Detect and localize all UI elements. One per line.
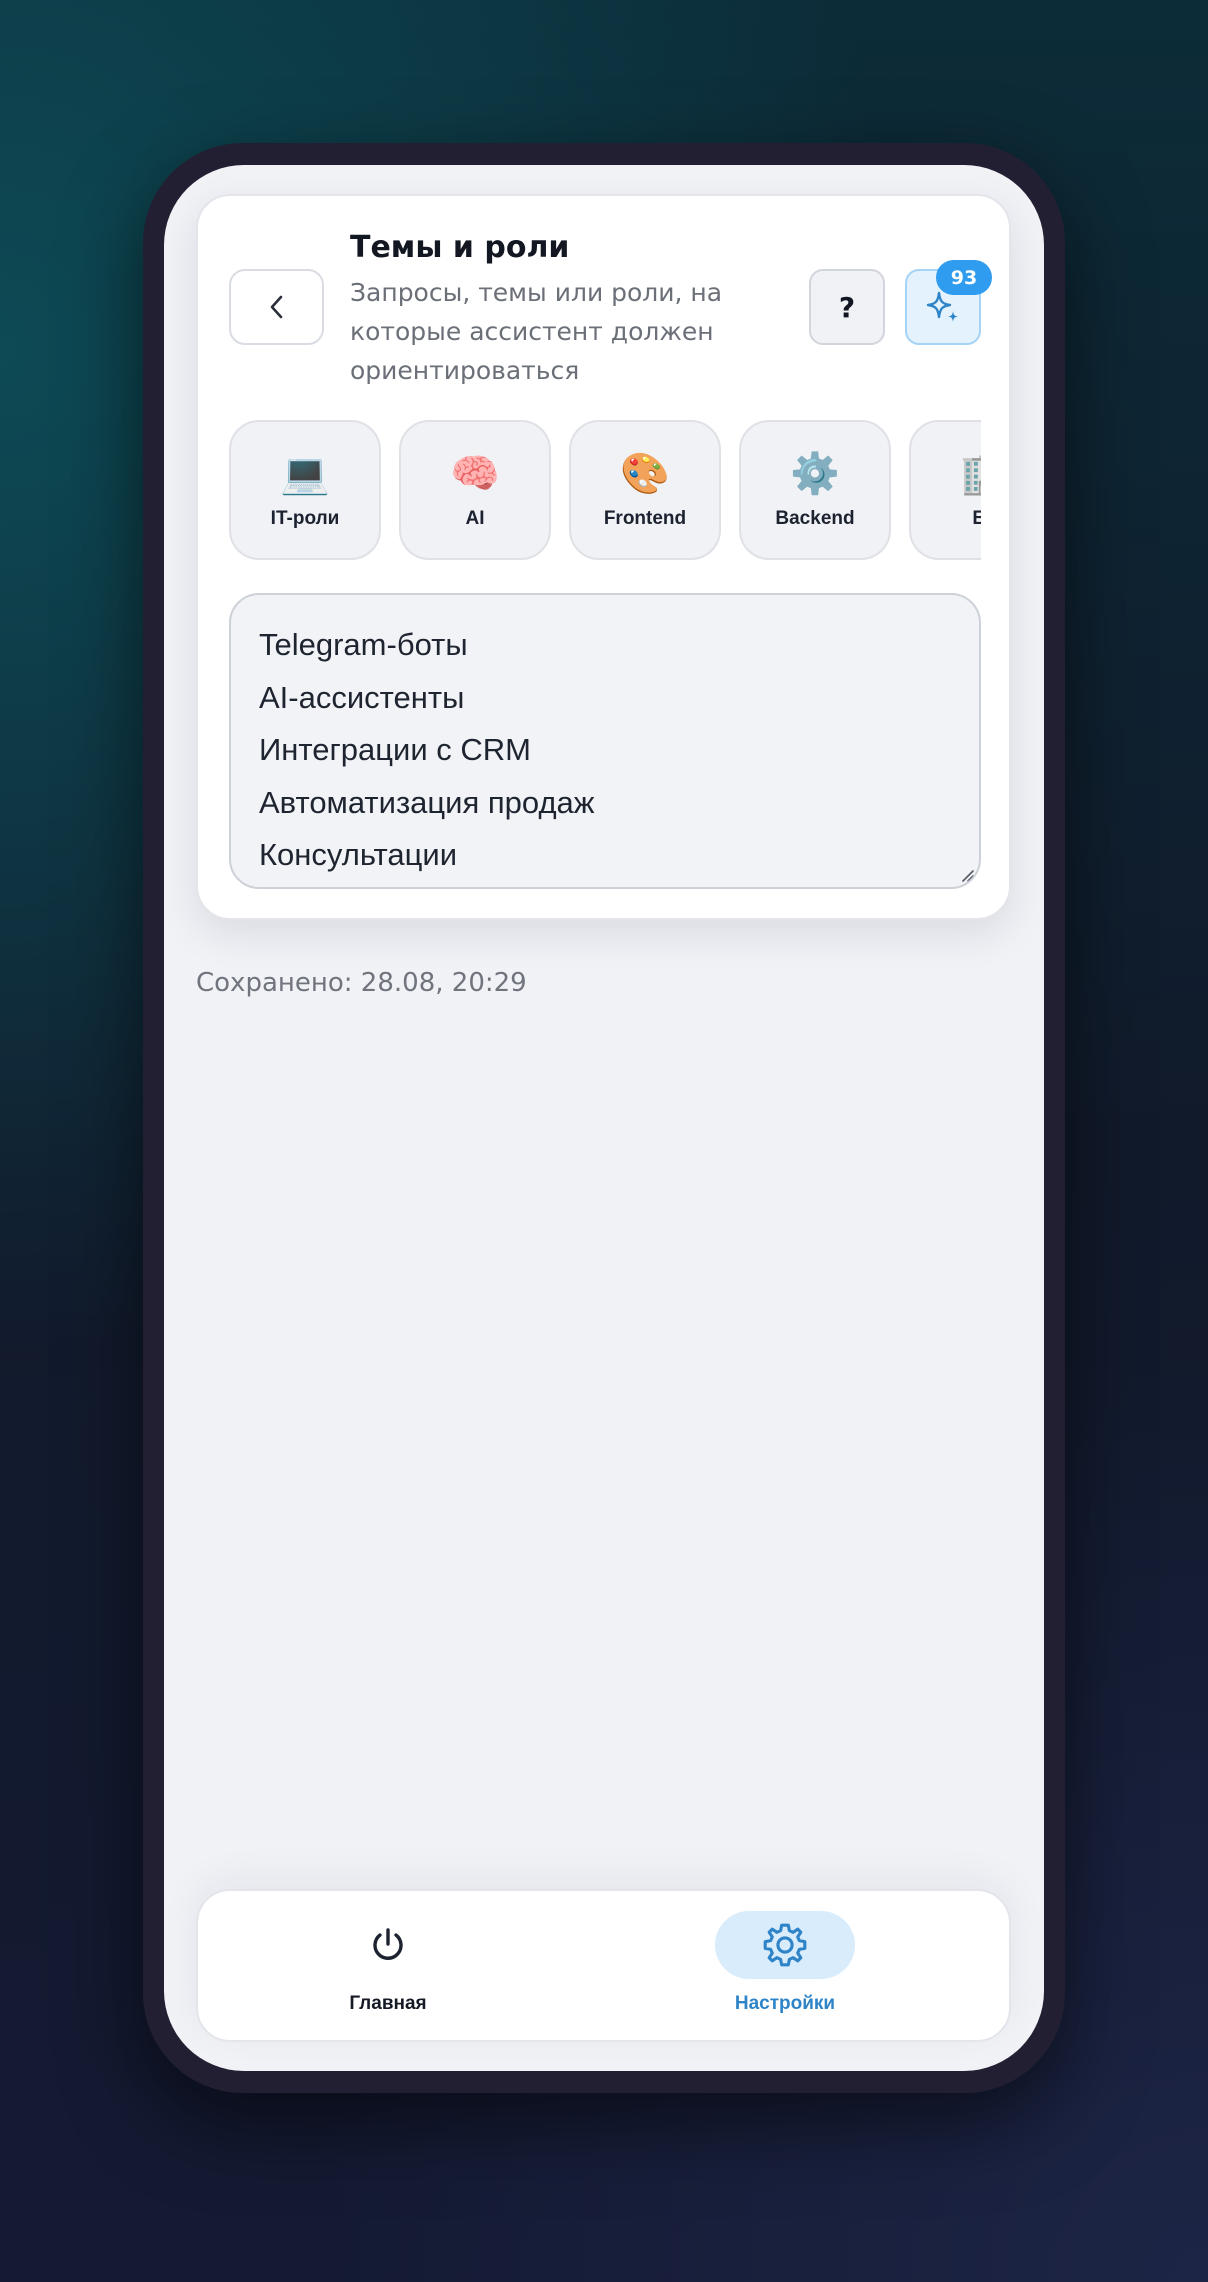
topic-line: AI-ассистенты [259, 679, 465, 715]
chip-ai[interactable]: 🧠 AI [399, 420, 551, 560]
chip-label: IT-роли [270, 508, 340, 529]
brain-icon: 🧠 [450, 451, 500, 497]
page-title: Темы и роли [350, 230, 570, 265]
chip-label: AI [465, 508, 485, 529]
tab-settings-label: Настройки [734, 1993, 836, 2014]
topics-textarea[interactable]: Telegram-боты AI-ассистенты Интеграции с… [229, 593, 981, 889]
phone-frame: Темы и роли Запросы, темы или роли, на к… [143, 143, 1065, 2093]
tab-home-icon-wrap [318, 1911, 458, 1979]
office-building-icon: 🏢 [960, 450, 981, 498]
gear-icon [763, 1923, 807, 1967]
category-chips[interactable]: 💻 IT-роли 🧠 AI 🎨 Frontend ⚙️ Backend Б [229, 420, 981, 560]
topic-line: Автоматизация продаж [259, 784, 595, 820]
saved-status: Сохранено: 28.08, 20:29 [196, 968, 527, 998]
tab-home[interactable]: Главная [288, 1911, 488, 2031]
tab-home-label: Главная [349, 1993, 427, 2014]
question-icon: ? [838, 290, 856, 324]
chip-label: Frontend [603, 508, 687, 529]
chip-it-roles[interactable]: 💻 IT-роли [229, 420, 381, 560]
app-screen: Темы и роли Запросы, темы или роли, на к… [164, 165, 1044, 2071]
help-button[interactable]: ? [809, 269, 885, 345]
topic-line: Telegram-боты [259, 627, 468, 662]
topics-card: Темы и роли Запросы, темы или роли, на к… [196, 194, 1011, 920]
chip-frontend[interactable]: 🎨 Frontend [569, 420, 721, 560]
laptop-icon: 💻 [280, 451, 330, 497]
ai-credits-badge: 93 [936, 260, 992, 295]
gear-icon: ⚙️ [790, 451, 840, 497]
chip-label: Backend [775, 508, 855, 529]
tab-settings[interactable]: Настройки [685, 1911, 885, 2031]
tab-settings-icon-wrap [715, 1911, 855, 1979]
chip-business[interactable]: 🏢 Би [909, 420, 981, 560]
power-icon [373, 1928, 403, 1960]
topic-line: Интеграции с CRM [259, 732, 531, 767]
palette-icon: 🎨 [620, 451, 670, 497]
topic-line: Консультации [259, 837, 458, 872]
page-subtitle: Запросы, темы или роли, на которые ассис… [350, 278, 723, 385]
chip-backend[interactable]: ⚙️ Backend [739, 420, 891, 560]
back-button[interactable] [229, 269, 324, 345]
resize-handle-icon[interactable] [959, 867, 975, 883]
bottom-tab-bar: Главная Настройки [196, 1889, 1011, 2042]
chip-label: Би [972, 508, 981, 529]
chevron-left-icon [270, 295, 282, 319]
